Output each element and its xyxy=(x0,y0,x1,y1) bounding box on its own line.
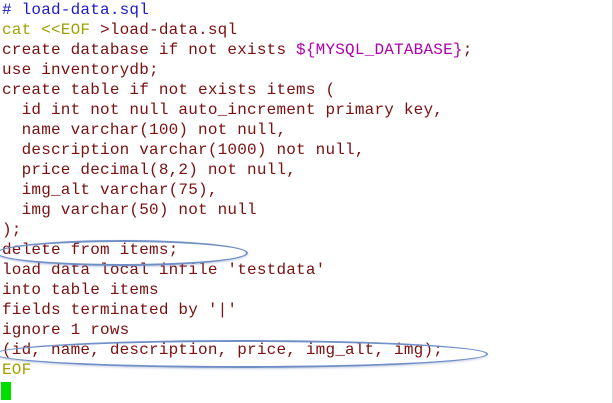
code-line: img varchar(50) not null xyxy=(2,200,257,220)
code-token: img_alt varchar(75), xyxy=(2,181,218,199)
code-token: into table items xyxy=(2,281,159,299)
code-line: # load-data.sql xyxy=(2,0,149,20)
code-token: fields terminated by '|' xyxy=(2,301,238,319)
code-token: name varchar(100) not null, xyxy=(2,121,287,139)
code-token: >load-data.sql xyxy=(90,21,238,39)
code-line: fields terminated by '|' xyxy=(2,300,237,320)
code-token: cat <<EOF xyxy=(2,21,91,39)
code-token: ); xyxy=(2,221,22,239)
code-token: use inventorydb; xyxy=(2,61,159,79)
code-line: ); xyxy=(2,220,22,240)
code-token: id int not null auto_increment primary k… xyxy=(2,101,444,119)
code-line: cat <<EOF >load-data.sql xyxy=(2,20,237,40)
code-token: create database if not exists xyxy=(2,41,297,59)
code-line: description varchar(1000) not null, xyxy=(2,140,365,160)
code-line: into table items xyxy=(2,280,159,300)
code-line: id int not null auto_increment primary k… xyxy=(2,100,443,120)
code-line: price decimal(8,2) not null, xyxy=(2,160,296,180)
code-line: create table if not exists items ( xyxy=(2,80,335,100)
code-line: ignore 1 rows xyxy=(2,320,129,340)
code-token: ; xyxy=(462,41,473,59)
code-token: description varchar(1000) not null, xyxy=(2,141,365,159)
code-token: # load-data.sql xyxy=(2,1,150,19)
code-token: ignore 1 rows xyxy=(2,321,130,339)
code-editor[interactable]: # load-data.sql cat <<EOF >load-data.sql c… xyxy=(0,0,613,403)
code-token: ${MYSQL_DATABASE} xyxy=(296,41,463,59)
code-line: use inventorydb; xyxy=(2,60,159,80)
code-line: EOF xyxy=(2,360,31,380)
code-line: img_alt varchar(75), xyxy=(2,180,218,200)
code-token: create table if not exists items ( xyxy=(2,81,336,99)
code-token: price decimal(8,2) not null, xyxy=(2,161,297,179)
code-line: create database if not exists ${MYSQL_DA… xyxy=(2,40,473,60)
code-line: name varchar(100) not null, xyxy=(2,120,286,140)
code-token: EOF xyxy=(2,361,32,379)
text-cursor xyxy=(1,382,11,400)
highlight-delete-statement xyxy=(0,240,248,266)
highlight-column-list xyxy=(0,340,488,368)
code-token: img varchar(50) not null xyxy=(2,201,257,219)
